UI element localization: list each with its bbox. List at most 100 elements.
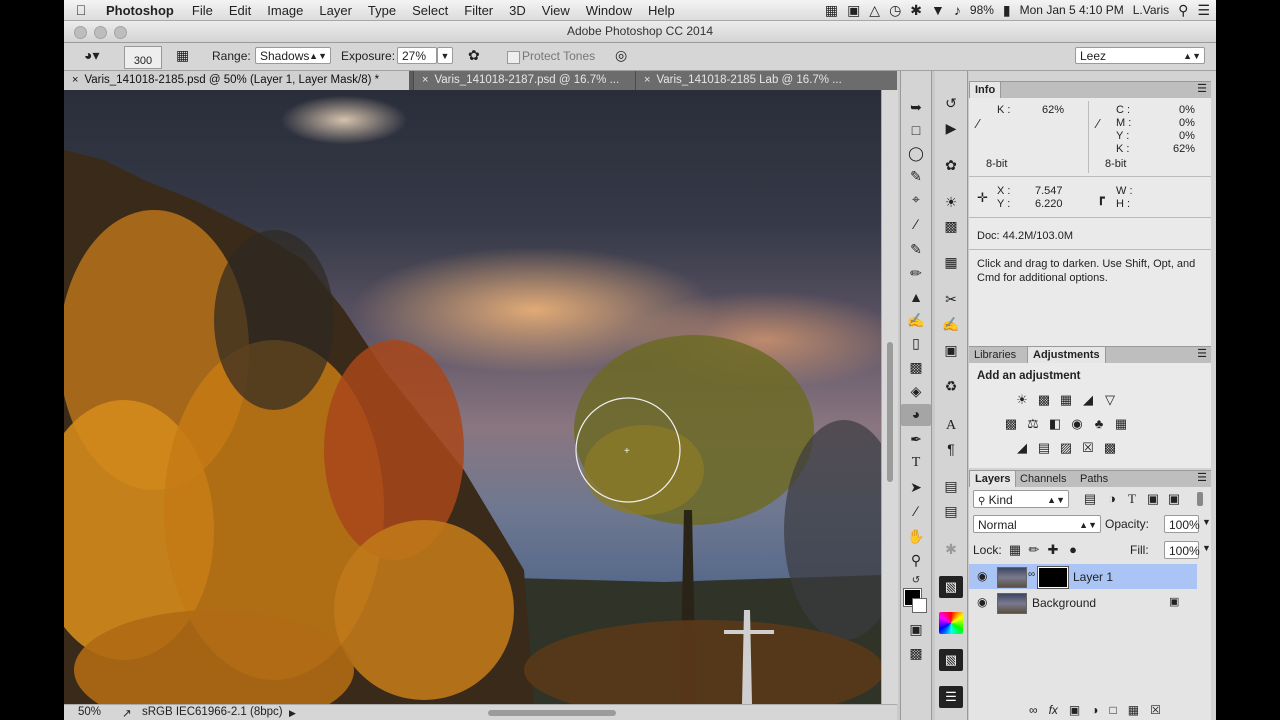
character-panel-icon[interactable]: A — [935, 416, 967, 438]
layer-filter-select[interactable]: ⚲ Kind ▲▼ — [973, 490, 1069, 508]
clone-source-icon[interactable]: ♻ — [935, 376, 967, 398]
menu-help[interactable]: Help — [640, 3, 683, 18]
menu-filter[interactable]: Filter — [456, 3, 501, 18]
display-icon[interactable]: ▣ — [847, 2, 860, 19]
doc-tab-3[interactable]: × Varis_141018-2185 Lab @ 16.7% ... — [635, 71, 897, 90]
volume-icon[interactable]: ♪ — [954, 2, 961, 18]
invert-adjustment-icon[interactable]: ◢ — [1014, 441, 1030, 455]
tab-paths[interactable]: Paths — [1075, 471, 1113, 487]
layer-row-background[interactable]: ◉ Background ▣ — [969, 590, 1197, 615]
screen-mode-icon[interactable]: ▩ — [901, 643, 931, 665]
eyedropper-tool-icon[interactable]: ∕ — [901, 214, 931, 236]
close-tab-icon[interactable]: × — [644, 74, 650, 86]
range-select[interactable]: Shadows ▲▼ — [255, 47, 331, 64]
panel-menu-icon[interactable]: ☰ — [1197, 82, 1207, 95]
tab-info[interactable]: Info — [969, 82, 1002, 98]
path-selection-tool-icon[interactable]: ➤ — [901, 477, 931, 499]
blend-mode-select[interactable]: Normal ▲▼ — [973, 515, 1101, 533]
healing-brush-tool-icon[interactable]: ✎ — [901, 239, 931, 261]
workspace-select[interactable]: Leez ▲▼ — [1075, 47, 1205, 64]
properties-panel-icon[interactable]: ▣ — [935, 340, 967, 362]
tab-libraries[interactable]: Libraries — [969, 347, 1021, 363]
brush-presets-icon[interactable]: ✍ — [935, 314, 967, 336]
tab-channels[interactable]: Channels — [1015, 471, 1071, 487]
tab-adjustments[interactable]: Adjustments — [1027, 347, 1106, 363]
close-tab-icon[interactable]: × — [72, 74, 78, 86]
eye-icon[interactable]: ◉ — [977, 595, 987, 609]
quick-mask-icon[interactable]: ▣ — [901, 619, 931, 641]
exposure-adjustment-icon[interactable]: ◢ — [1080, 393, 1096, 407]
add-mask-icon[interactable]: ▣ — [1069, 703, 1080, 717]
photo-filter-adjustment-icon[interactable]: ◉ — [1069, 417, 1085, 431]
tool-icon[interactable]: ▦ — [825, 2, 838, 19]
hand-tool-icon[interactable]: ✋ — [901, 526, 931, 548]
pen-tool-icon[interactable]: ✒ — [901, 429, 931, 451]
selective-color-adjustment-icon[interactable]: ☒ — [1080, 441, 1096, 455]
filter-pixel-icon[interactable]: ▤ — [1082, 492, 1098, 506]
eraser-tool-icon[interactable]: ▯ — [901, 333, 931, 355]
menu-view[interactable]: View — [534, 3, 578, 18]
paragraph-panel-icon[interactable]: ¶ — [935, 439, 967, 461]
menubar-user[interactable]: L.Varis — [1133, 3, 1169, 17]
plugin-panel-icon[interactable]: ☰ — [939, 686, 963, 708]
opacity-input[interactable]: 100% — [1164, 515, 1200, 533]
color-panel-icon[interactable]: ✿ — [935, 155, 967, 177]
burn-tool-icon[interactable]: ◕ — [901, 404, 931, 426]
plugin-panel-icon[interactable]: ✱ — [935, 539, 967, 561]
history-panel-icon[interactable]: ↺ — [935, 93, 967, 115]
color-balance-adjustment-icon[interactable]: ⚖ — [1025, 417, 1041, 431]
menu-3d[interactable]: 3D — [501, 3, 534, 18]
zoom-tool-icon[interactable]: ⚲ — [901, 550, 931, 572]
horizontal-scroll-thumb[interactable] — [488, 710, 616, 716]
tool-preset-icon[interactable]: ◕▾ — [84, 47, 99, 64]
vertical-scrollbar[interactable] — [881, 90, 898, 704]
lock-position-icon[interactable]: ✚ — [1045, 543, 1061, 557]
lasso-tool-icon[interactable]: ◯ — [901, 143, 931, 165]
link-layers-icon[interactable]: ∞ — [1029, 703, 1038, 717]
time-machine-icon[interactable]: ◷ — [889, 2, 901, 19]
fill-input[interactable]: 100% — [1164, 541, 1200, 559]
brightness-panel-icon[interactable]: ☀ — [935, 192, 967, 214]
close-tab-icon[interactable]: × — [422, 74, 428, 86]
airplay-icon[interactable]: △ — [869, 2, 880, 19]
zoom-level[interactable]: 50% — [78, 706, 101, 718]
lock-transparent-icon[interactable]: ▦ — [1007, 543, 1023, 557]
share-icon[interactable]: ↗ — [122, 706, 132, 720]
clone-stamp-tool-icon[interactable]: ▲ — [901, 287, 931, 309]
menubar-clock[interactable]: Mon Jan 5 4:10 PM — [1020, 3, 1124, 17]
brush-tool-icon[interactable]: ✏ — [901, 263, 931, 285]
lock-image-icon[interactable]: ✏ — [1026, 543, 1042, 557]
filter-shape-icon[interactable]: ▣ — [1145, 492, 1161, 506]
move-tool-icon[interactable]: ➥ — [901, 97, 931, 119]
doc-tab-1[interactable]: × Varis_141018-2185.psd @ 50% (Layer 1, L… — [64, 71, 409, 90]
quick-selection-tool-icon[interactable]: ✎ — [901, 166, 931, 188]
background-color-swatch[interactable] — [912, 598, 927, 613]
apple-menu-icon[interactable]:  — [64, 2, 98, 18]
battery-icon[interactable]: ▮ — [1003, 2, 1011, 19]
plugin-panel-icon[interactable]: ▧ — [939, 576, 963, 598]
notification-center-icon[interactable]: ☰ — [1197, 2, 1210, 19]
lock-all-icon[interactable]: ● — [1065, 543, 1081, 557]
eye-icon[interactable]: ◉ — [977, 569, 987, 583]
threshold-adjustment-icon[interactable]: ▨ — [1058, 441, 1074, 455]
exposure-input[interactable]: 27% — [397, 47, 437, 64]
swatches-panel-icon[interactable]: ▦ — [935, 252, 967, 274]
new-adjustment-layer-icon[interactable]: ◑ — [1091, 703, 1098, 717]
menu-layer[interactable]: Layer — [311, 3, 360, 18]
bluetooth-icon[interactable]: ✱ — [910, 2, 922, 19]
brightness-adjustment-icon[interactable]: ☀ — [1014, 393, 1030, 407]
vibrance-adjustment-icon[interactable]: ▽ — [1102, 393, 1118, 407]
layer-mask-thumbnail[interactable] — [1037, 566, 1069, 589]
brush-panel-icon[interactable]: ▦ — [176, 47, 189, 64]
levels-adjustment-icon[interactable]: ▩ — [1036, 393, 1052, 407]
menu-image[interactable]: Image — [259, 3, 311, 18]
brush-size-picker[interactable]: 300 — [124, 46, 162, 69]
posterize-adjustment-icon[interactable]: ▤ — [1036, 441, 1052, 455]
link-icon[interactable]: ∞ — [1028, 569, 1035, 580]
type-tool-icon[interactable]: T — [901, 453, 931, 475]
plugin-panel-icon[interactable]: ▧ — [939, 649, 963, 671]
doc-tab-2[interactable]: × Varis_141018-2187.psd @ 16.7% ... — [413, 71, 635, 90]
history-brush-tool-icon[interactable]: ✍ — [901, 310, 931, 332]
delete-layer-icon[interactable]: ☒ — [1150, 703, 1161, 717]
color-wheel-panel-icon[interactable] — [939, 612, 963, 634]
